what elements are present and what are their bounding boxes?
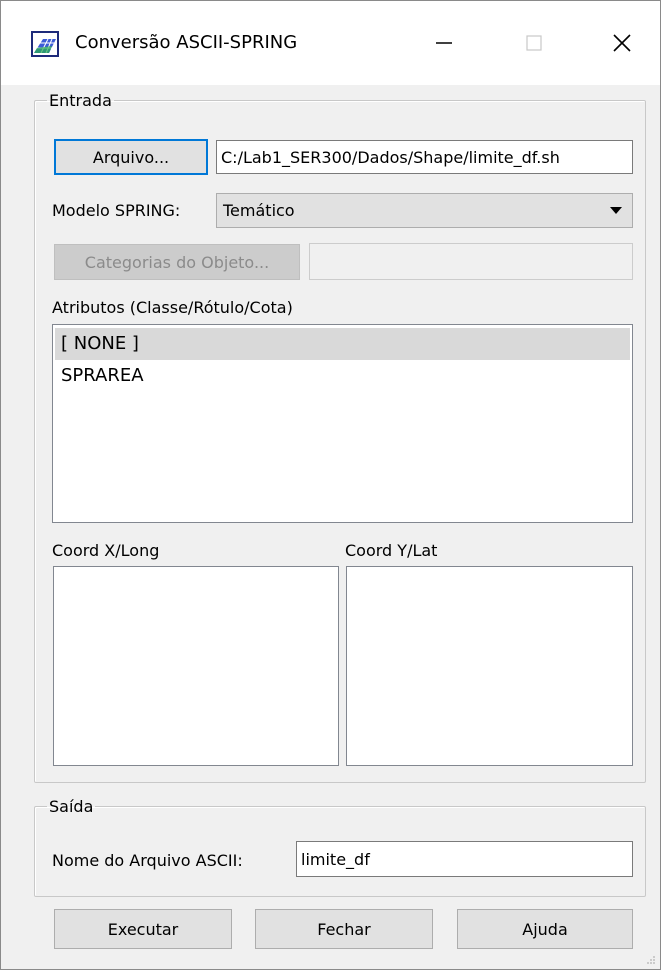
window-title: Conversão ASCII-SPRING (75, 32, 298, 53)
chevron-down-icon (610, 207, 622, 214)
saida-legend: Saída (49, 797, 94, 816)
spring-grid-icon (31, 31, 59, 57)
nome-arquivo-label: Nome do Arquivo ASCII: (52, 851, 243, 870)
list-item[interactable]: SPRAREA (55, 360, 630, 392)
ajuda-button[interactable]: Ajuda (457, 909, 633, 949)
arquivo-button[interactable]: Arquivo... (54, 139, 208, 175)
atributos-label: Atributos (Classe/Rótulo/Cota) (52, 298, 293, 317)
arquivo-path-field[interactable]: C:/Lab1_SER300/Dados/Shape/limite_df.sh (216, 140, 633, 174)
conversion-dialog: Conversão ASCII-SPRING Entrada Arquivo..… (0, 0, 661, 970)
categorias-objeto-button[interactable]: Categorias do Objeto... (54, 244, 300, 280)
close-icon (613, 34, 631, 52)
atributos-listbox[interactable]: [ NONE ] SPRAREA (52, 324, 633, 523)
modelo-spring-value: Temático (223, 201, 295, 220)
coord-x-label: Coord X/Long (52, 541, 160, 560)
list-item[interactable]: [ NONE ] (55, 328, 630, 360)
nome-arquivo-field[interactable]: limite_df (296, 841, 633, 877)
entrada-legend: Entrada (49, 91, 112, 110)
close-button[interactable] (599, 23, 645, 63)
coord-y-label: Coord Y/Lat (345, 541, 438, 560)
minimize-button[interactable] (421, 23, 467, 63)
modelo-spring-label: Modelo SPRING: (52, 201, 181, 220)
fechar-button[interactable]: Fechar (255, 909, 433, 949)
maximize-button[interactable] (511, 23, 557, 63)
coord-x-listbox[interactable] (53, 566, 339, 766)
modelo-spring-select[interactable]: Temático (216, 193, 633, 228)
resize-grip-icon[interactable] (646, 955, 656, 965)
executar-button[interactable]: Executar (54, 909, 232, 949)
categorias-objeto-field[interactable] (309, 243, 633, 280)
minimize-icon (436, 42, 452, 44)
title-bar[interactable]: Conversão ASCII-SPRING (1, 1, 660, 85)
coord-y-listbox[interactable] (346, 566, 633, 766)
maximize-icon (526, 35, 542, 51)
